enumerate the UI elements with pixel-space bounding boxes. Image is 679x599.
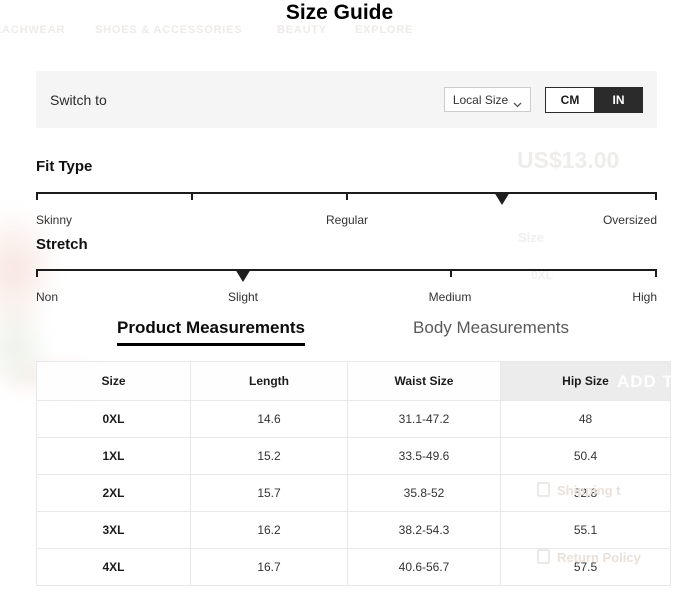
stretch-slider-track <box>36 269 657 271</box>
cell-size: 4XL <box>37 549 191 586</box>
chevron-down-icon <box>513 97 522 103</box>
cell-length: 16.2 <box>191 512 348 549</box>
cell-waist: 35.8-52 <box>348 475 501 512</box>
cell-waist: 40.6-56.7 <box>348 549 501 586</box>
cell-length: 15.7 <box>191 475 348 512</box>
switch-to-label: Switch to <box>50 92 107 108</box>
cell-hip: 55.1 <box>501 512 671 549</box>
cell-hip: 50.4 <box>501 438 671 475</box>
background-size-label: Size <box>518 230 544 245</box>
slider-tick <box>655 192 657 200</box>
slider-tick <box>450 269 452 277</box>
table-row: 2XL 15.7 35.8-52 52.8 <box>37 475 671 512</box>
cell-length: 15.2 <box>191 438 348 475</box>
fit-label-regular: Regular <box>326 213 368 227</box>
slider-tick <box>36 269 38 277</box>
local-size-dropdown[interactable]: Local Size <box>444 87 531 112</box>
background-nav-item: BEAUTY <box>277 24 327 36</box>
cell-size: 2XL <box>37 475 191 512</box>
cell-waist: 33.5-49.6 <box>348 438 501 475</box>
cell-size: 3XL <box>37 512 191 549</box>
background-nav-item: EXPLORE <box>355 24 413 36</box>
tab-product-measurements[interactable]: Product Measurements <box>117 318 305 346</box>
cell-hip: 48 <box>501 401 671 438</box>
table-row: 4XL 16.7 40.6-56.7 57.5 <box>37 549 671 586</box>
cell-hip: 57.5 <box>501 549 671 586</box>
fit-type-heading: Fit Type <box>36 158 92 175</box>
unit-cm-button[interactable]: CM <box>545 87 594 113</box>
cell-waist: 38.2-54.3 <box>348 512 501 549</box>
slider-tick <box>346 192 348 200</box>
column-header-length: Length <box>191 362 348 401</box>
stretch-label-non: Non <box>36 290 58 304</box>
background-price: US$13.00 <box>517 147 619 174</box>
stretch-slider-marker <box>235 269 251 282</box>
measurements-table: Size Length Waist Size Hip Size 0XL 14.6… <box>36 361 671 586</box>
size-guide-modal: EACHWEAR SHOES & ACCESSORIES BEAUTY EXPL… <box>0 0 679 599</box>
background-nav-item: EACHWEAR <box>0 24 65 36</box>
table-header-row: Size Length Waist Size Hip Size <box>37 362 671 401</box>
table-row: 0XL 14.6 31.1-47.2 48 <box>37 401 671 438</box>
slider-tick <box>655 269 657 277</box>
tab-body-measurements[interactable]: Body Measurements <box>413 318 569 338</box>
cell-waist: 31.1-47.2 <box>348 401 501 438</box>
unit-in-button[interactable]: IN <box>594 87 643 113</box>
unit-toggle: CM IN <box>545 87 643 113</box>
stretch-heading: Stretch <box>36 236 88 253</box>
column-header-size: Size <box>37 362 191 401</box>
cell-length: 14.6 <box>191 401 348 438</box>
fit-label-skinny: Skinny <box>36 213 72 227</box>
cell-size: 1XL <box>37 438 191 475</box>
fit-label-oversized: Oversized <box>603 213 657 227</box>
page-title: Size Guide <box>0 1 679 25</box>
cell-hip: 52.8 <box>501 475 671 512</box>
cell-size: 0XL <box>37 401 191 438</box>
stretch-label-high: High <box>632 290 657 304</box>
table-row: 3XL 16.2 38.2-54.3 55.1 <box>37 512 671 549</box>
stretch-label-medium: Medium <box>429 290 472 304</box>
cell-length: 16.7 <box>191 549 348 586</box>
slider-tick <box>36 192 38 200</box>
background-nav-item: SHOES & ACCESSORIES <box>95 24 242 36</box>
local-size-dropdown-value: Local Size <box>453 93 508 107</box>
column-header-hip: Hip Size <box>501 362 671 401</box>
stretch-label-slight: Slight <box>228 290 258 304</box>
fit-type-slider-marker <box>494 192 510 205</box>
switch-bar: Switch to Local Size CM IN <box>36 71 657 128</box>
table-row: 1XL 15.2 33.5-49.6 50.4 <box>37 438 671 475</box>
slider-tick <box>191 192 193 200</box>
column-header-waist: Waist Size <box>348 362 501 401</box>
